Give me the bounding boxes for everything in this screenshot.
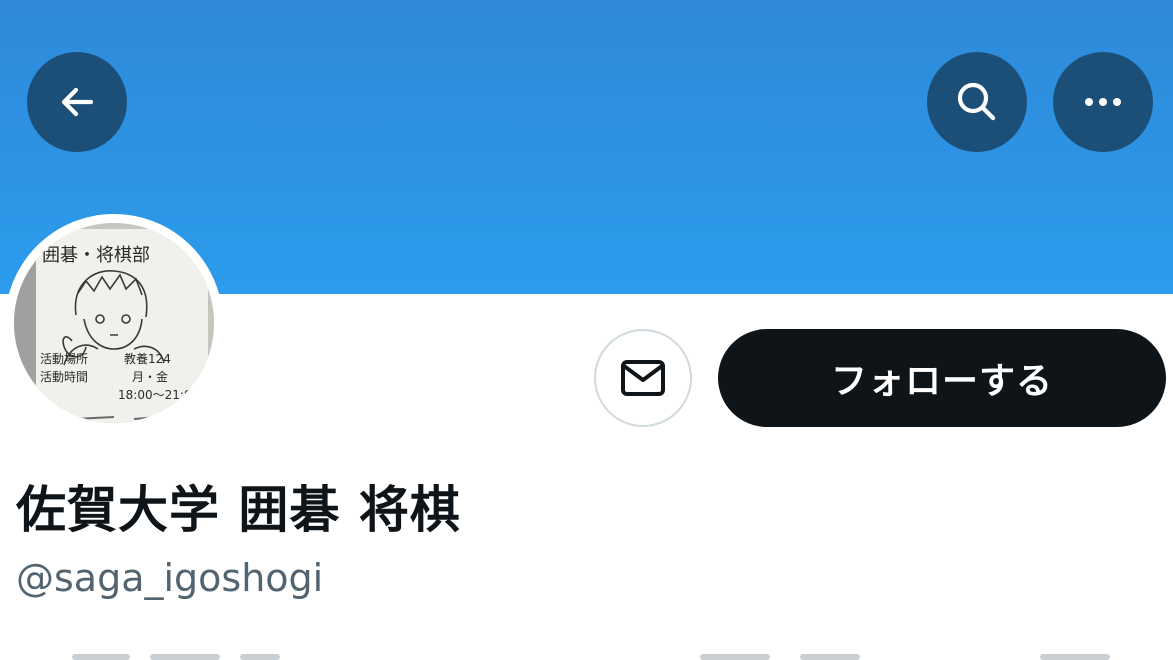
search-button[interactable] bbox=[927, 52, 1027, 152]
profile-page: 囲碁・将棋部 活動場所 教養124 活動時間 月・金 18:00〜21:00 フ… bbox=[0, 0, 1173, 660]
search-icon bbox=[957, 82, 996, 121]
more-horizontal-icon bbox=[1085, 98, 1121, 106]
user-handle: @saga_igoshogi bbox=[16, 556, 324, 600]
avatar[interactable]: 囲碁・将棋部 活動場所 教養124 活動時間 月・金 18:00〜21:00 bbox=[14, 223, 214, 423]
follow-button[interactable]: フォローする bbox=[718, 329, 1166, 427]
avatar-place-label: 活動場所 bbox=[40, 352, 88, 366]
more-options-button[interactable] bbox=[1053, 52, 1153, 152]
avatar-days: 月・金 bbox=[132, 369, 168, 384]
avatar-time-label: 活動時間 bbox=[40, 370, 88, 384]
display-name: 佐賀大学 囲碁 将棋 bbox=[16, 481, 461, 539]
avatar-place-value: 教養124 bbox=[124, 351, 171, 366]
back-button[interactable] bbox=[27, 52, 127, 152]
avatar-poster-image: 囲碁・将棋部 活動場所 教養124 活動時間 月・金 18:00〜21:00 bbox=[14, 223, 214, 423]
arrow-left-icon bbox=[61, 87, 94, 117]
envelope-icon bbox=[621, 360, 665, 396]
avatar-club-title: 囲碁・将棋部 bbox=[42, 245, 150, 266]
message-button[interactable] bbox=[594, 329, 692, 427]
bio-text-cropped bbox=[0, 646, 1173, 660]
